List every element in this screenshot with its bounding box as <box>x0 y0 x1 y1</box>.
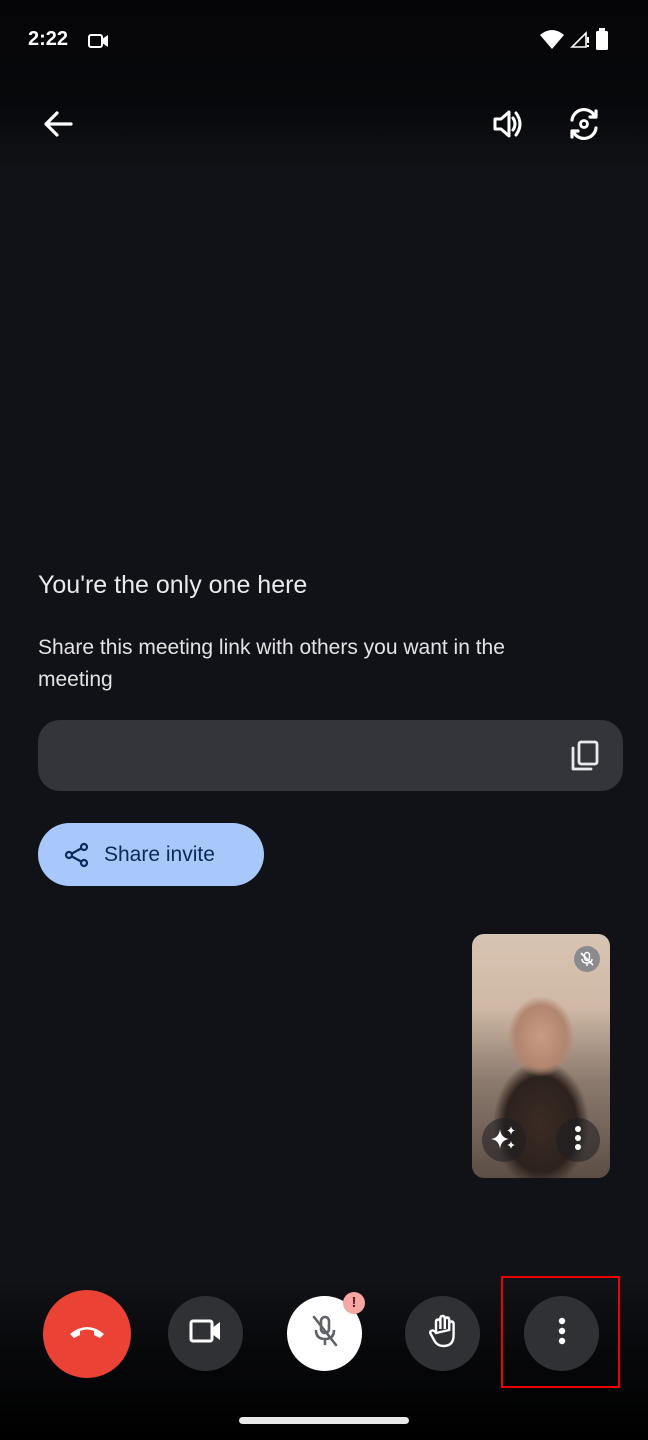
self-view-tile[interactable] <box>472 934 610 1178</box>
switch-camera-button[interactable] <box>562 104 606 148</box>
hand-icon <box>428 1314 458 1353</box>
share-icon <box>64 842 90 868</box>
copy-link-button[interactable] <box>567 738 603 774</box>
sparkle-effects-icon <box>489 1123 519 1158</box>
status-time: 2:22 <box>28 28 69 50</box>
copy-icon <box>567 740 603 778</box>
volume-up-icon <box>491 107 525 146</box>
call-end-icon <box>67 1322 107 1347</box>
home-indicator[interactable] <box>239 1417 409 1424</box>
share-description: Share this meeting link with others you … <box>38 636 505 691</box>
videocam-icon <box>189 1318 223 1349</box>
share-invite-label: Share invite <box>104 842 215 866</box>
camera-toggle-button[interactable] <box>168 1296 243 1371</box>
more-vert-icon <box>574 1125 582 1156</box>
mic-off-icon <box>310 1314 340 1353</box>
page-title: You're the only one here <box>38 571 308 599</box>
audio-output-button[interactable] <box>486 106 530 146</box>
status-icons <box>540 28 608 55</box>
video-recording-icon <box>88 32 110 55</box>
end-call-button[interactable] <box>43 1290 131 1378</box>
arrow-back-icon <box>43 110 73 143</box>
mic-warning-badge: ! <box>343 1292 365 1314</box>
signal-no-service-icon <box>570 29 590 54</box>
meeting-link-field[interactable] <box>38 720 623 791</box>
self-view-more-button[interactable] <box>556 1118 600 1162</box>
back-button[interactable] <box>36 106 80 146</box>
battery-icon <box>596 28 608 55</box>
raise-hand-button[interactable] <box>405 1296 480 1371</box>
status-bar: 2:22 <box>0 26 648 56</box>
highlight-box <box>501 1276 620 1388</box>
flip-camera-icon <box>566 106 602 147</box>
share-invite-button[interactable]: Share invite <box>38 823 264 886</box>
mic-off-icon <box>574 946 600 972</box>
wifi-icon <box>540 29 564 54</box>
visual-effects-button[interactable] <box>482 1118 526 1162</box>
